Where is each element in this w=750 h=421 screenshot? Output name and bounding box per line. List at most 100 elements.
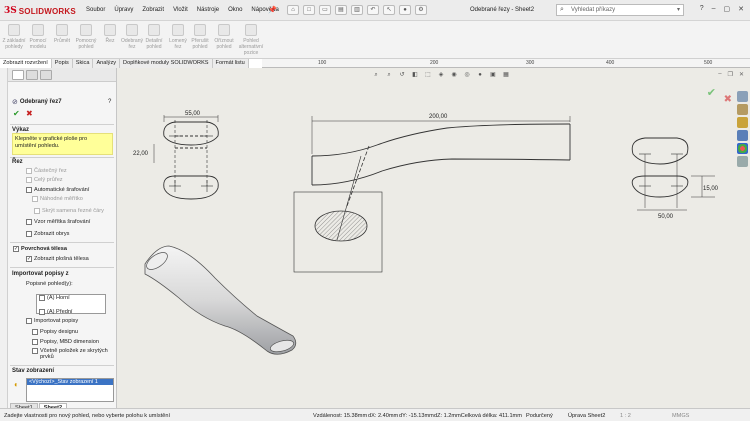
list-item[interactable]: <Výchozí>_Stav zobrazení 1	[27, 379, 113, 385]
model-view-icon	[32, 24, 44, 36]
help-icon[interactable]: ?	[700, 5, 704, 13]
broken-out-section-icon	[172, 24, 184, 36]
graphics-area[interactable]: ⌕ ⌕ ↺ ◧ ⬚ ◈ ◉ ◎ ● ▣ ▦ – ❐ ✕ ✔ ✖ 55,00 22…	[117, 68, 750, 408]
dimension-15[interactable]: 15,00	[703, 186, 719, 192]
status-scale[interactable]: 1 : 2	[620, 413, 631, 419]
undo-icon[interactable]: ↶	[367, 5, 379, 15]
status-distance: Vzdálenost: 15.38mm	[313, 413, 368, 419]
checkbox-mbd-dimensions[interactable]: Popisy, MBD dimension	[32, 339, 99, 345]
alternate-position-icon	[245, 24, 257, 36]
menu-zobrazit[interactable]: Zobrazit	[142, 7, 164, 13]
config-manager-tab-icon[interactable]	[40, 70, 52, 80]
drawing-view-left	[153, 115, 219, 200]
dimension-50[interactable]: 50,00	[658, 214, 674, 220]
checkbox-hatch-pattern-scale[interactable]: Vzor měřítka šrafování	[26, 219, 90, 225]
checkbox-hidden-features[interactable]: Včetně položek ze skrytých prvků	[32, 348, 112, 360]
list-item[interactable]: (A) Horní	[37, 295, 105, 301]
panel-tabs	[8, 68, 116, 82]
checkbox-surface-bodies[interactable]: ✓ Povrchová tělesa	[13, 246, 67, 252]
drawing-view-right	[631, 137, 715, 211]
command-manager: Z základní pohledy Pomocí modelu Průmět …	[0, 21, 750, 59]
dimension-200[interactable]: 200,00	[429, 114, 448, 120]
search-input[interactable]: ⌕ Vyhledat příkazy ▾	[556, 4, 684, 16]
standard-views-icon	[8, 24, 20, 36]
title-bar: 3S SOLIDWORKS Soubor Úpravy Zobrazit Vlo…	[0, 0, 750, 21]
save-icon[interactable]: ▤	[335, 5, 347, 15]
menu-bar: Soubor Úpravy Zobrazit Vložit Nástroje O…	[86, 7, 279, 13]
restore-icon[interactable]: ▢	[724, 5, 731, 13]
removed-section-icon: ⊘	[12, 99, 18, 106]
ruler-tick: 300	[526, 60, 535, 66]
status-units[interactable]: MMGS	[672, 413, 689, 419]
annotation-views-list[interactable]: (A) Horní (A) Přední	[36, 294, 106, 315]
close-icon[interactable]: ✕	[738, 5, 744, 13]
ribbon-projected[interactable]: Průmět	[50, 24, 74, 44]
ribbon-removed-section[interactable]: Odebraný řez	[120, 24, 144, 50]
removed-section-icon	[126, 24, 138, 36]
tab-sheet-format[interactable]: Formát listu	[212, 59, 249, 68]
ribbon-broken-out[interactable]: Lomený řez	[166, 24, 190, 50]
checkbox-import-annotations[interactable]: Importovat popisy	[26, 318, 78, 324]
checkbox-show-outline[interactable]: Zobrazit obrys	[26, 231, 69, 237]
ribbon-break[interactable]: Přerušit pohled	[188, 24, 212, 50]
status-bar: Zadejte vlastnosti pro nový pohled, nebo…	[0, 408, 750, 421]
tab-annotation[interactable]: Popis	[51, 59, 73, 68]
command-tabs: Zobrazit rozvržení Popis Skica Analýzy D…	[0, 59, 262, 68]
quick-access-toolbar: ⌂ □ ▭ ▤ ▥ ↶ ↖ ● ⚙	[287, 5, 427, 15]
ribbon-model-view[interactable]: Pomocí modelu	[26, 24, 50, 50]
tab-addins[interactable]: Doplňkové moduly SOLIDWORKS	[120, 59, 213, 68]
search-placeholder: Vyhledat příkazy	[571, 7, 616, 13]
print-icon[interactable]: ▥	[351, 5, 363, 15]
ribbon-crop[interactable]: Oříznout pohled	[212, 24, 236, 50]
rebuild-icon[interactable]: ●	[399, 5, 411, 15]
dimension-55[interactable]: 55,00	[185, 111, 201, 117]
ribbon-auxiliary[interactable]: Pomocný pohled	[74, 24, 98, 50]
search-dropdown-icon[interactable]: ▾	[677, 5, 680, 15]
checkbox-full-section[interactable]: Celý průřez	[26, 177, 63, 183]
new-document-icon[interactable]: □	[303, 5, 315, 15]
menu-nastroje[interactable]: Nástroje	[197, 7, 219, 13]
checkbox-design-annotations[interactable]: Popisy designu	[32, 329, 78, 335]
select-icon[interactable]: ↖	[383, 5, 395, 15]
divider	[10, 124, 114, 125]
tab-sketch[interactable]: Skica	[72, 59, 94, 68]
checkbox-auto-hatch[interactable]: Automatické šrafování	[26, 187, 89, 193]
property-manager-tab-icon[interactable]	[26, 70, 38, 80]
minimize-icon[interactable]: –	[712, 5, 716, 13]
menu-vlozit[interactable]: Vložit	[173, 7, 188, 13]
open-icon[interactable]: ▭	[319, 5, 331, 15]
ds-logo-icon: 3S	[4, 6, 17, 16]
solidworks-logo[interactable]: 3S SOLIDWORKS	[4, 5, 76, 17]
dimension-22[interactable]: 22,00	[133, 151, 149, 157]
ribbon-section[interactable]: Řez	[98, 24, 122, 44]
ribbon-alternate-position[interactable]: Pohled alternativní pozice	[236, 24, 266, 56]
pin-icon[interactable]: 📌	[268, 6, 277, 14]
status-defined: Podurčený	[526, 413, 553, 419]
display-state-list[interactable]: <Výchozí>_Stav zobrazení 1	[26, 378, 114, 402]
tab-view-layout[interactable]: Zobrazit rozvržení	[0, 59, 52, 68]
checkbox-show-surface-bodies[interactable]: ✓ Zobrazit plošná tělesa	[26, 256, 89, 262]
list-item[interactable]: (A) Přední	[37, 309, 105, 315]
views-label: Popisné pohled(y):	[26, 281, 73, 287]
ribbon-detail[interactable]: Detailní pohled	[142, 24, 166, 50]
cancel-button[interactable]: ✖	[26, 109, 33, 118]
divider	[10, 157, 114, 158]
tab-evaluate[interactable]: Analýzy	[93, 59, 121, 68]
menu-soubor[interactable]: Soubor	[86, 7, 105, 13]
checkbox-partial-section[interactable]: Částečný řez	[26, 168, 67, 174]
ribbon-standard-views[interactable]: Z základní pohledy	[2, 24, 26, 50]
help-icon[interactable]: ?	[108, 99, 111, 105]
menu-upravy[interactable]: Úpravy	[114, 7, 133, 13]
home-icon[interactable]: ⌂	[287, 5, 299, 15]
checkbox-hide-cut-line[interactable]: Skrýt samena řezné čáry	[34, 208, 104, 214]
feature-manager-tab-icon[interactable]	[12, 70, 24, 80]
section-import: Importovat popisy z	[12, 271, 69, 277]
panel-title: Odebraný řez7	[19, 99, 62, 105]
window-controls: ? – ▢ ✕	[700, 5, 744, 13]
isometric-model-view	[144, 245, 297, 355]
options-icon[interactable]: ⚙	[415, 5, 427, 15]
checkbox-random-scale[interactable]: Náhodné měřítko	[32, 196, 83, 202]
menu-okno[interactable]: Okno	[228, 7, 242, 13]
ok-button[interactable]: ✔	[13, 109, 20, 118]
ruler-tick: 500	[704, 60, 713, 66]
